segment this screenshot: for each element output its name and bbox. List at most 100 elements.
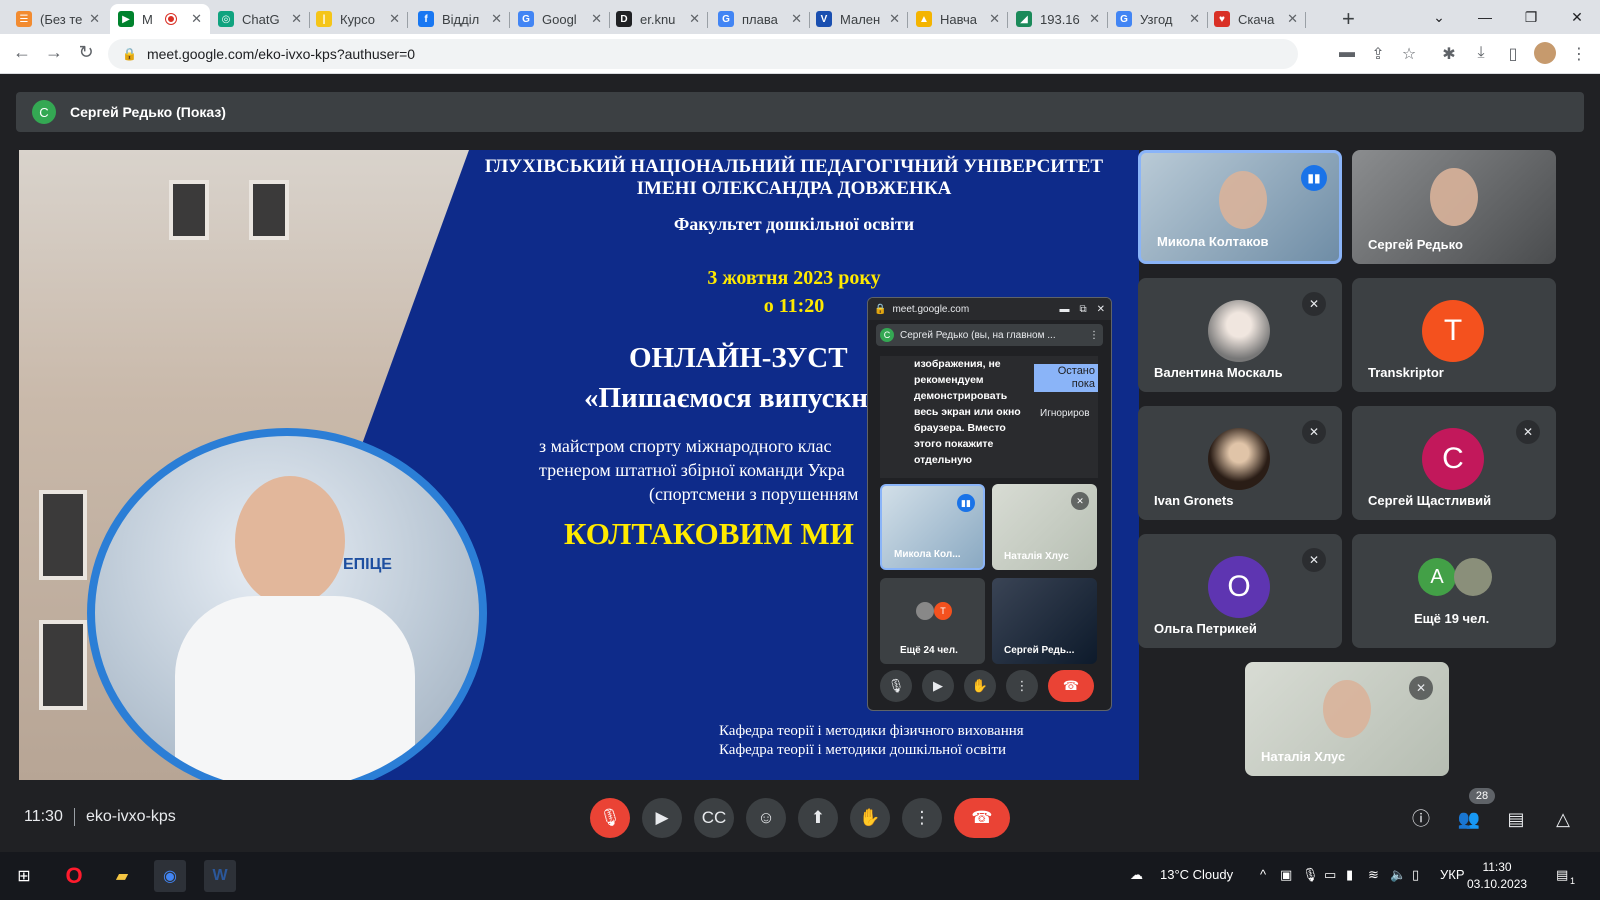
present-button[interactable]: ⬆: [798, 798, 838, 838]
camera-button[interactable]: ▶: [642, 798, 682, 838]
tab-close-icon[interactable]: ✕: [591, 11, 602, 27]
camera-icon[interactable]: ▬: [1336, 44, 1358, 62]
participant-tile[interactable]: ✕ Наталія Хлус: [1245, 662, 1449, 776]
pip-tile-more[interactable]: T Ещё 24 чел.: [880, 578, 985, 664]
activities-icon[interactable]: △: [1550, 806, 1576, 832]
slide-departments: Кафедра теорії і методики фізичного вихо…: [719, 722, 1139, 760]
tab-close-icon[interactable]: ✕: [89, 11, 100, 27]
file-explorer-icon[interactable]: ▰: [106, 860, 138, 892]
browser-tab[interactable]: ♥ Скача ✕: [1206, 4, 1306, 34]
pip-more-icon[interactable]: ⋮: [1006, 670, 1038, 702]
browser-tab[interactable]: | Курсо ✕: [308, 4, 408, 34]
participant-tile[interactable]: ✕ Ivan Gronets: [1138, 406, 1342, 520]
mic-off-button[interactable]: 🎙: [590, 798, 630, 838]
system-clock[interactable]: 11:30 03.10.2023: [1467, 859, 1527, 893]
more-vert-icon[interactable]: ⋮: [1089, 330, 1099, 341]
tab-close-icon[interactable]: ✕: [791, 11, 802, 27]
share-icon[interactable]: ⇪: [1367, 44, 1389, 64]
browser-tab[interactable]: Gплава ✕: [710, 4, 810, 34]
wifi-icon[interactable]: ≋: [1368, 867, 1379, 883]
extensions-icon[interactable]: ✱: [1438, 44, 1460, 64]
maximize-button[interactable]: ❐: [1508, 4, 1554, 30]
tab-close-icon[interactable]: ✕: [1189, 11, 1200, 27]
tab-close-icon[interactable]: ✕: [989, 11, 1000, 27]
profile-avatar[interactable]: [1534, 42, 1556, 64]
raise-hand-button[interactable]: ✋: [850, 798, 890, 838]
chat-icon[interactable]: ▤: [1503, 806, 1529, 832]
ignore-button[interactable]: Игнориров: [1040, 408, 1090, 419]
reload-button[interactable]: ↻: [74, 42, 98, 63]
opera-icon[interactable]: O: [58, 860, 90, 892]
tab-close-icon[interactable]: ✕: [1287, 11, 1298, 27]
tab-close-icon[interactable]: ✕: [689, 11, 700, 27]
tab-close-icon[interactable]: ✕: [389, 11, 400, 27]
browser-tab[interactable]: f Відділ ✕: [410, 4, 510, 34]
browser-tab[interactable]: V Мален ✕: [808, 4, 908, 34]
close-window-button[interactable]: ✕: [1554, 4, 1600, 30]
tab-close-icon[interactable]: ✕: [191, 11, 202, 27]
bookmark-star-icon[interactable]: ☆: [1398, 44, 1420, 64]
weather-text[interactable]: 13°C Cloudy: [1160, 867, 1233, 882]
browser-tab[interactable]: ◎ ChatG ✕: [210, 4, 310, 34]
browser-tab[interactable]: Der.knu ✕: [608, 4, 708, 34]
input-language[interactable]: УКР: [1440, 867, 1465, 882]
participant-tile[interactable]: С ✕ Сергей Щастливий: [1352, 406, 1556, 520]
tray-usb-icon[interactable]: ▯: [1412, 867, 1419, 883]
tray-screen-icon[interactable]: ▭: [1324, 867, 1336, 883]
pip-tile-participant[interactable]: Сергей Редь...: [992, 578, 1097, 664]
meeting-code: eko-ivxo-kps: [86, 808, 176, 825]
browser-tab[interactable]: ▶ M ✕: [110, 4, 210, 34]
participant-tile[interactable]: О ✕ Ольга Петрикей: [1138, 534, 1342, 648]
pip-camera-toggle-icon[interactable]: ▶: [922, 670, 954, 702]
pip-raise-hand-icon[interactable]: ✋: [964, 670, 996, 702]
pip-hang-up-button[interactable]: ☎: [1048, 670, 1094, 702]
pip-camera-icon[interactable]: ▬: [1059, 304, 1069, 315]
tab-close-icon[interactable]: ✕: [491, 11, 502, 27]
address-bar[interactable]: 🔒 meet.google.com/eko-ivxo-kps?authuser=…: [108, 39, 1298, 69]
tray-mic-icon[interactable]: 🎙: [1302, 867, 1319, 883]
participant-tile[interactable]: ✕ Валентина Москаль: [1138, 278, 1342, 392]
browser-tab[interactable]: G Узгод ✕: [1108, 4, 1208, 34]
stop-sharing-button[interactable]: Остано пока: [1034, 364, 1098, 392]
browser-menu-icon[interactable]: ⋮: [1568, 44, 1590, 64]
minimize-button[interactable]: —: [1462, 4, 1508, 30]
participant-tile[interactable]: ▮▮ Микола Колтаков: [1138, 150, 1342, 264]
participant-tile[interactable]: Сергей Редько: [1352, 150, 1556, 264]
tab-close-icon[interactable]: ✕: [889, 11, 900, 27]
browser-tab[interactable]: ◢ 193.16 ✕: [1008, 4, 1108, 34]
pip-return-icon[interactable]: ⧉: [1079, 304, 1086, 315]
sidepanel-icon[interactable]: ▯: [1502, 44, 1524, 64]
people-icon[interactable]: 👥: [1456, 806, 1482, 832]
pip-tile-participant[interactable]: ✕ Наталія Хлус: [992, 484, 1097, 570]
new-tab-button[interactable]: +: [1342, 6, 1355, 32]
pip-mic-icon[interactable]: 🎙: [880, 670, 912, 702]
word-icon[interactable]: W: [204, 860, 236, 892]
browser-tab[interactable]: G Googl ✕: [510, 4, 610, 34]
tab-close-icon[interactable]: ✕: [1089, 11, 1100, 27]
tray-camera-icon[interactable]: ▣: [1280, 867, 1292, 883]
weather-icon[interactable]: ☁: [1130, 867, 1143, 883]
tab-search-icon[interactable]: ⌄: [1416, 4, 1462, 30]
more-options-button[interactable]: ⋮: [902, 798, 942, 838]
emoji-button[interactable]: ☺: [746, 798, 786, 838]
chrome-icon[interactable]: ◉: [154, 860, 186, 892]
browser-tab[interactable]: ☰ (Без те ✕: [8, 4, 108, 34]
participant-tile[interactable]: T Transkriptor: [1352, 278, 1556, 392]
tab-close-icon[interactable]: ✕: [291, 11, 302, 27]
pip-tile-speaker[interactable]: ▮▮ Микола Кол...: [880, 484, 985, 570]
meeting-info-icon[interactable]: ⓘ: [1408, 806, 1434, 832]
tray-battery-icon[interactable]: ▮: [1346, 867, 1353, 883]
pip-window[interactable]: 🔒 meet.google.com ▬ ⧉ ✕ С Сергей Редько …: [867, 297, 1112, 711]
pip-close-icon[interactable]: ✕: [1097, 304, 1105, 315]
browser-tab[interactable]: ▲ Навча ✕: [908, 4, 1008, 34]
notification-icon[interactable]: ▤: [1556, 867, 1568, 883]
download-icon[interactable]: ⤓: [1470, 44, 1492, 62]
captions-button[interactable]: CC: [694, 798, 734, 838]
back-button[interactable]: ←: [10, 42, 34, 63]
forward-button[interactable]: →: [42, 42, 66, 63]
start-button[interactable]: ⊞: [8, 860, 40, 892]
participant-tile[interactable]: A Ещё 19 чел.: [1352, 534, 1556, 648]
volume-icon[interactable]: 🔈: [1390, 867, 1406, 883]
hang-up-button[interactable]: ☎: [954, 798, 1010, 838]
tray-chevron-icon[interactable]: ^: [1260, 867, 1266, 882]
